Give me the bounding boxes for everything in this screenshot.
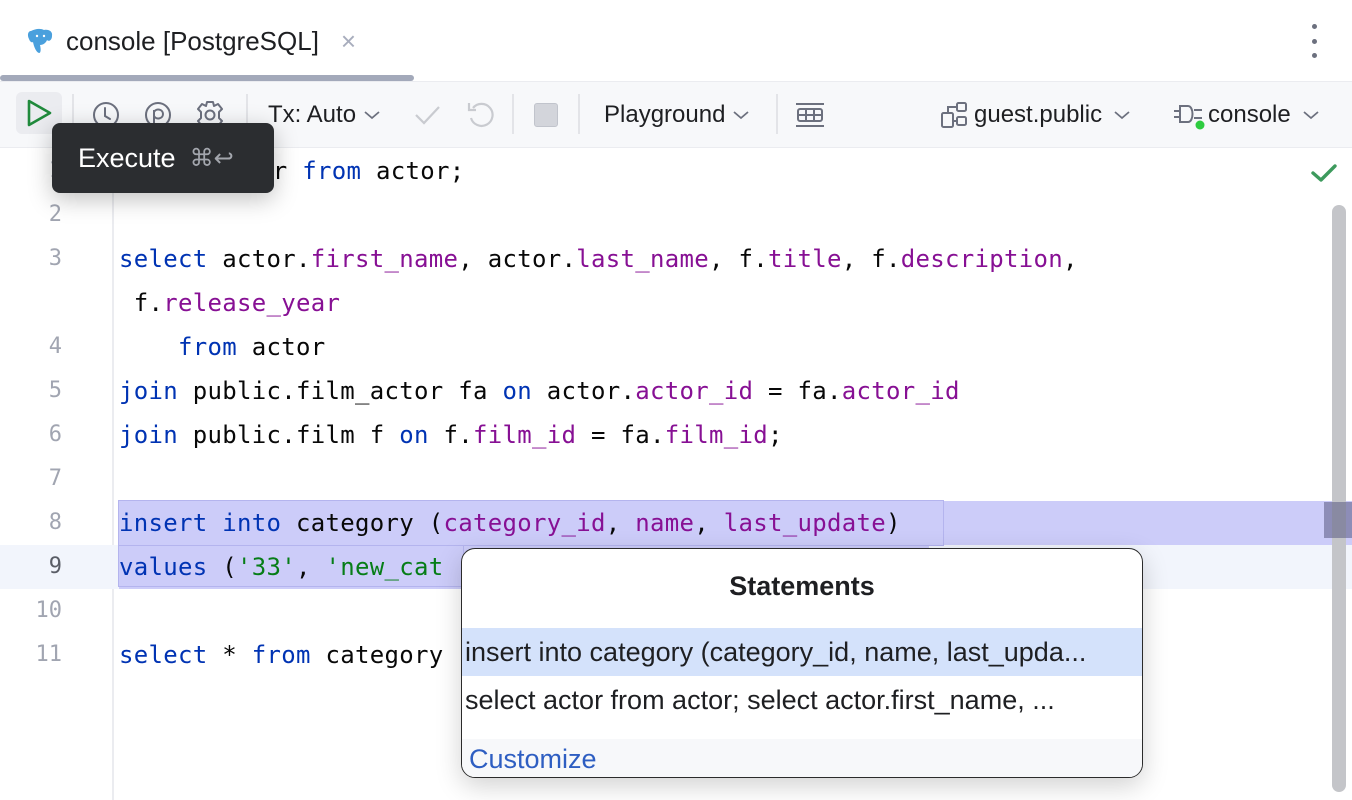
code-line-selected: 8 insert into category (category_id, nam… [0,501,1352,545]
schema-selector[interactable]: guest.public [940,82,1130,148]
code-line: 4 from actor [0,325,1352,369]
chevron-down-icon [1114,111,1130,120]
tab-console-postgresql[interactable]: console [PostgreSQL] × [0,0,414,82]
code-text: f.release_year [119,289,341,317]
line-number: 2 [48,202,62,227]
chevron-down-icon [364,111,380,120]
statement-option[interactable]: select actor from actor; select actor.fi… [462,676,1142,724]
popup-footer: Customize [462,739,1142,777]
result-table-button[interactable] [794,82,826,148]
tab-title: console [PostgreSQL] [66,25,319,56]
tooltip-label: Execute [78,142,176,173]
vertical-scrollbar[interactable] [1332,205,1346,792]
chevron-down-icon [1303,111,1319,120]
code-line: 3 select actor.first_name, actor.last_na… [0,237,1352,281]
editor-tab-bar: console [PostgreSQL] × [0,0,1352,82]
more-options-icon[interactable] [1304,24,1324,58]
customize-link[interactable]: Customize [469,744,597,774]
line-number: 6 [48,422,62,447]
line-number: 4 [48,334,62,359]
close-tab-icon[interactable]: × [341,28,356,54]
code-line: 6 join public.film f on f.film_id = fa.f… [0,413,1352,457]
line-number: 3 [48,246,62,271]
playground-mode-dropdown[interactable]: Playground [604,82,750,148]
code-line-wrapped: f.release_year [0,281,1352,325]
inspection-ok-icon[interactable] [1310,161,1338,190]
code-text: join public.film f on f.film_id = fa.fil… [119,421,783,449]
chevron-down-icon [733,111,750,120]
code-text: select * from category [119,641,444,669]
tooltip-shortcut: ⌘↩ [189,144,234,172]
statement-option[interactable]: insert into category (category_id, name,… [462,628,1142,676]
code-line: 2 [0,193,1352,237]
code-text: select actor.first_name, actor.last_name… [119,245,1078,273]
commit-button[interactable] [412,82,442,148]
postgresql-elephant-icon [26,27,54,55]
code-line: 7 [0,457,1352,501]
rollback-button[interactable] [466,82,494,148]
line-number: 9 [48,554,62,579]
session-label: console [1208,101,1291,128]
session-selector[interactable]: console [1172,82,1319,148]
active-tab-indicator [0,75,414,81]
line-number: 7 [48,466,62,491]
stop-icon [534,103,558,127]
line-number: 10 [35,598,63,623]
playground-mode-label: Playground [604,101,726,128]
line-number: 8 [48,510,62,535]
code-line: 5 join public.film_actor fa on actor.act… [0,369,1352,413]
schema-icon [941,102,967,128]
selection-scroll-marker [1324,502,1352,538]
transaction-mode-label: Tx: Auto [268,101,357,128]
stop-button[interactable] [534,82,558,148]
execute-tooltip: Execute ⌘↩ [52,123,274,193]
popup-title: Statements [729,571,875,601]
session-plug-icon [1174,105,1205,130]
code-text: from actor [178,333,326,361]
schema-label: guest.public [974,101,1103,128]
code-text: join public.film_actor fa on actor.actor… [119,377,960,405]
commit-icon [415,106,440,125]
code-text: values ('33', 'new_cat [119,553,444,581]
statements-popup: Statements insert into category (categor… [461,548,1143,778]
transaction-mode-dropdown[interactable]: Tx: Auto [268,82,380,148]
line-number: 11 [35,642,63,667]
line-number: 5 [48,378,62,403]
code-text: or from actor; [258,157,465,185]
rollback-icon [467,102,494,127]
execute-icon [27,99,52,127]
table-icon [796,103,824,127]
code-text: insert into category (category_id, name,… [119,509,901,537]
